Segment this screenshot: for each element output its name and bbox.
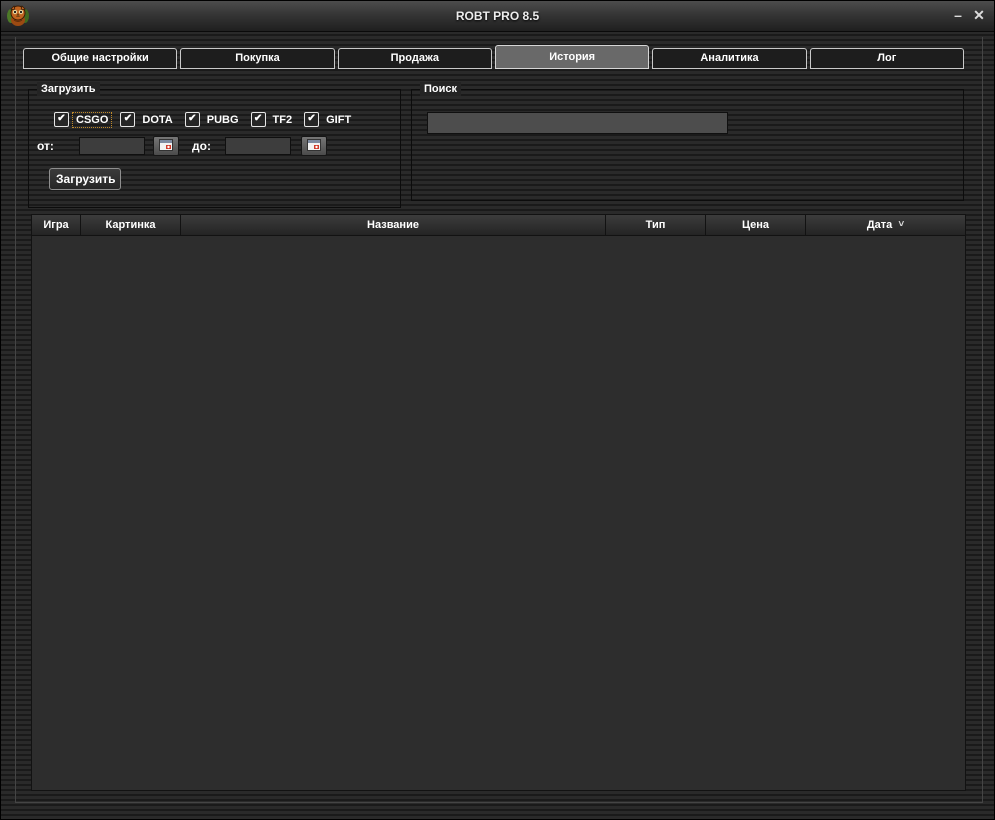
minimize-button[interactable]: – [948, 1, 968, 29]
window-title: ROBT PRO 8.5 [1, 1, 994, 31]
date-range-row: от: до: [37, 136, 327, 156]
table-header: Игра Картинка Название Тип Цена Дата ˅ [31, 214, 966, 236]
close-button[interactable]: ✕ [969, 1, 989, 29]
date-from-input[interactable] [79, 137, 145, 155]
checkbox-tf2[interactable]: ✔ TF2 [251, 112, 296, 127]
tab-sale[interactable]: Продажа [338, 48, 492, 69]
minimize-icon: – [954, 7, 962, 23]
search-input[interactable] [427, 112, 728, 134]
date-to-label: до: [192, 139, 216, 153]
search-group-title: Поиск [420, 82, 461, 96]
checkbox-csgo-label: CSGO [73, 113, 111, 127]
date-from-label: от: [37, 139, 61, 153]
checkbox-checked-icon: ✔ [251, 112, 266, 127]
date-to-input[interactable] [225, 137, 291, 155]
checkbox-checked-icon: ✔ [120, 112, 135, 127]
column-header-type[interactable]: Тип [606, 214, 706, 236]
table-body [31, 236, 966, 791]
load-group-title: Загрузить [37, 82, 100, 96]
load-group: Загрузить ✔ CSGO ✔ DOTA ✔ PUBG ✔ TF2 ✔ G… [28, 89, 401, 208]
title-bar[interactable]: ROBT PRO 8.5 – ✕ [1, 1, 994, 32]
close-icon: ✕ [973, 7, 985, 23]
load-button[interactable]: Загрузить [49, 168, 121, 190]
checkbox-checked-icon: ✔ [54, 112, 69, 127]
column-header-game[interactable]: Игра [31, 214, 81, 236]
tab-purchase[interactable]: Покупка [180, 48, 334, 69]
calendar-icon [159, 139, 173, 154]
tab-general-settings[interactable]: Общие настройки [23, 48, 177, 69]
checkbox-pubg[interactable]: ✔ PUBG [185, 112, 242, 127]
checkbox-dota-label: DOTA [139, 113, 175, 127]
column-header-date[interactable]: Дата ˅ [806, 214, 966, 236]
date-to-calendar-button[interactable] [301, 136, 327, 156]
search-group: Поиск [411, 89, 964, 201]
checkbox-tf2-label: TF2 [270, 113, 296, 127]
column-header-picture[interactable]: Картинка [81, 214, 181, 236]
tab-strip: Общие настройки Покупка Продажа История … [23, 45, 964, 69]
checkbox-checked-icon: ✔ [185, 112, 200, 127]
checkbox-dota[interactable]: ✔ DOTA [120, 112, 175, 127]
sort-desc-icon: ˅ [898, 220, 904, 230]
column-header-name[interactable]: Название [181, 214, 606, 236]
checkbox-checked-icon: ✔ [304, 112, 319, 127]
column-header-price[interactable]: Цена [706, 214, 806, 236]
calendar-icon [307, 139, 321, 154]
date-from-calendar-button[interactable] [153, 136, 179, 156]
tab-history[interactable]: История [495, 45, 649, 69]
checkbox-pubg-label: PUBG [204, 113, 242, 127]
checkbox-gift[interactable]: ✔ GIFT [304, 112, 354, 127]
tab-analytics[interactable]: Аналитика [652, 48, 806, 69]
tab-log[interactable]: Лог [810, 48, 964, 69]
checkbox-gift-label: GIFT [323, 113, 354, 127]
checkbox-csgo[interactable]: ✔ CSGO [54, 112, 111, 127]
app-window: ROBT PRO 8.5 – ✕ Общие настройки Покупка… [0, 0, 995, 820]
game-filter-row: ✔ CSGO ✔ DOTA ✔ PUBG ✔ TF2 ✔ GIFT [54, 112, 354, 127]
